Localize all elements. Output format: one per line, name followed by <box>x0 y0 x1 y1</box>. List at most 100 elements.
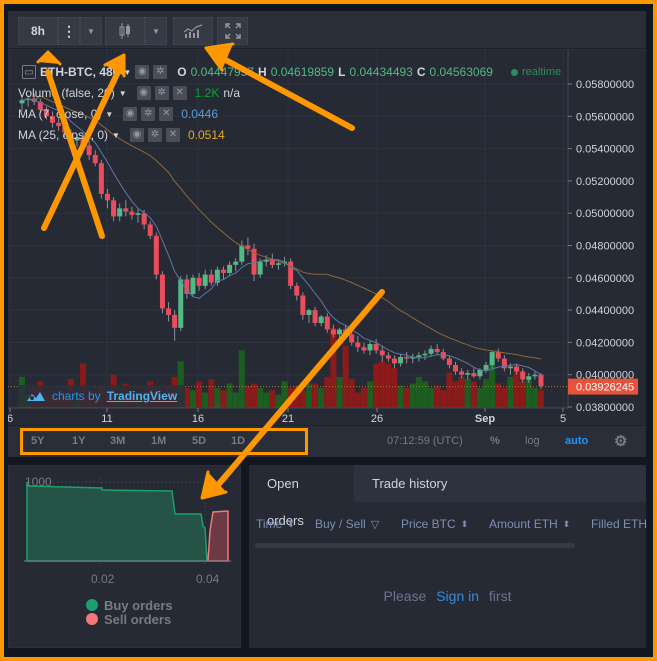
column-amount-eth[interactable]: Amount ETH ⬍ <box>489 517 570 531</box>
volume-bar <box>385 363 392 408</box>
y-tick-label: 0.03800000 <box>576 402 634 414</box>
candle-body <box>227 264 233 273</box>
candle-body <box>507 366 513 369</box>
interval-dropdown-button[interactable]: ▼ <box>80 17 102 45</box>
chevron-down-icon[interactable]: ▼ <box>105 110 113 119</box>
chevron-down-icon: ▼ <box>87 26 95 36</box>
candle-body <box>324 316 330 330</box>
ma7-study-name[interactable]: MA (7, close, 0) <box>18 107 101 121</box>
chevron-down-icon[interactable]: ▼ <box>119 89 127 98</box>
eye-icon[interactable]: ◉ <box>123 107 138 121</box>
volume-bar <box>428 388 435 408</box>
column-time[interactable]: Time ⬍ <box>256 517 295 531</box>
filter-icon[interactable]: ▽ <box>371 518 379 531</box>
tradingview-watermark[interactable]: charts by TradingView <box>18 385 186 407</box>
annotation-range-highlight <box>20 428 308 455</box>
gear-icon[interactable]: ✲ <box>141 107 156 121</box>
candle-body <box>269 260 275 265</box>
candle-body <box>355 342 361 348</box>
y-tick-label: 0.04400000 <box>576 305 634 317</box>
price-chart[interactable]: 0.05800000 0.05600000 0.05400000 0.05200000… <box>8 50 646 425</box>
candle-body <box>361 347 367 351</box>
candle-body <box>312 310 318 324</box>
volume-bar <box>452 381 459 408</box>
high-value: 0.04619859 <box>270 65 335 79</box>
volume-bar <box>379 361 386 408</box>
y-tick-label: 0.05800000 <box>576 79 634 91</box>
fullscreen-icon <box>224 23 241 39</box>
close-icon[interactable]: ✕ <box>165 128 180 142</box>
candle-body <box>337 329 343 335</box>
column-buy-sell[interactable]: Buy / Sell ▽ <box>315 517 379 531</box>
volume-bar <box>397 385 404 408</box>
indicators-button[interactable] <box>173 17 213 45</box>
buy-orders-legend-dot <box>86 599 98 611</box>
empty-suffix: first <box>488 588 512 604</box>
volume-study-name[interactable]: Volume (false, 20) <box>18 86 115 100</box>
x-tick-label: Sep <box>475 413 495 425</box>
candle-body <box>135 213 141 215</box>
volume-bar <box>421 381 428 408</box>
volume-bar <box>244 385 251 408</box>
tab-open-orders[interactable]: Open orders <box>249 465 354 528</box>
symbol-legend: ▭ ETH-BTC, 480 ▼ ◉ ✲ O 0.04447957 H 0.04… <box>22 65 493 79</box>
ma7-value: 0.0446 <box>181 107 218 121</box>
volume-bar <box>251 383 258 408</box>
fullscreen-button[interactable] <box>217 17 248 45</box>
volume-bar <box>470 381 477 408</box>
eye-icon[interactable]: ◉ <box>136 86 151 100</box>
candle-body <box>233 261 239 265</box>
candle-body <box>367 344 373 351</box>
chart-type-button[interactable] <box>105 17 145 45</box>
column-label: Filled ETH <box>591 517 648 531</box>
column-price-btc[interactable]: Price BTC ⬍ <box>401 517 468 531</box>
volume-bar <box>391 368 398 408</box>
volume-bar <box>476 388 483 408</box>
depth-chart-svg[interactable]: 1000 0.02 0.04 Buy orders Sell orders <box>9 466 242 649</box>
percent-toggle[interactable]: % <box>490 435 500 447</box>
candle-body <box>330 329 336 335</box>
candle-body <box>98 163 104 194</box>
candle-body <box>172 314 178 328</box>
eye-icon[interactable]: ◉ <box>135 65 150 79</box>
close-icon[interactable]: ✕ <box>159 107 174 121</box>
symbol-layout-icon[interactable]: ▭ <box>22 65 36 79</box>
settings-gear-icon[interactable]: ⚙ <box>614 432 627 450</box>
gear-icon[interactable]: ✲ <box>153 65 168 79</box>
volume-bar <box>293 385 300 408</box>
watermark-prefix: charts by <box>52 389 101 403</box>
close-icon[interactable]: ✕ <box>172 86 187 100</box>
gear-icon[interactable]: ✲ <box>147 128 162 142</box>
candle-body <box>220 269 226 273</box>
tab-trade-history[interactable]: Trade history <box>354 465 465 502</box>
y-tick-label: 0.05000000 <box>576 208 634 220</box>
volume-bar <box>232 392 239 408</box>
orders-tabs: Open orders Trade history <box>249 465 646 528</box>
log-toggle[interactable]: log <box>525 435 540 447</box>
chevron-down-icon[interactable]: ▼ <box>123 68 131 77</box>
volume-bar <box>458 376 465 408</box>
watermark-brand-link[interactable]: TradingView <box>107 389 177 403</box>
ma25-value: 0.0514 <box>187 128 225 142</box>
column-filled-eth[interactable]: Filled ETH <box>591 517 647 531</box>
chart-type-dropdown-button[interactable]: ▼ <box>145 17 167 45</box>
symbol-name[interactable]: ETH-BTC, 480 <box>40 65 119 79</box>
utc-clock[interactable]: 07:12:59 (UTC) <box>387 435 463 447</box>
sort-icon: ⬍ <box>562 518 571 529</box>
candle-body <box>300 295 306 315</box>
gear-icon[interactable]: ✲ <box>154 86 169 100</box>
chevron-down-icon[interactable]: ▼ <box>112 131 120 140</box>
empty-orders-message: Please Sign in first <box>249 588 646 604</box>
chart-toolbar: 8h ⋮ ▼ ▼ <box>8 11 646 49</box>
interval-more-button[interactable]: ⋮ <box>58 17 80 45</box>
column-label: Time <box>256 517 283 531</box>
auto-toggle[interactable]: auto <box>565 435 588 447</box>
eye-icon[interactable]: ◉ <box>129 128 144 142</box>
sign-in-link[interactable]: Sign in <box>430 588 485 604</box>
interval-button[interactable]: 8h <box>18 17 58 45</box>
volume-bar <box>507 376 514 408</box>
ma25-study-name[interactable]: MA (25, close, 0) <box>18 128 108 142</box>
volume-bar <box>226 383 233 408</box>
horizontal-scrollbar[interactable] <box>255 543 575 548</box>
current-price-label: 0.03926245 <box>576 382 634 394</box>
